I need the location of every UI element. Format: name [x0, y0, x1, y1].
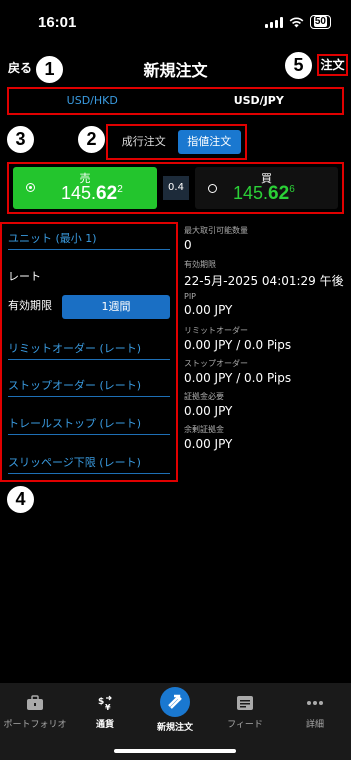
tab-feed[interactable]: フィード: [210, 691, 280, 730]
signal-icon: [264, 16, 283, 28]
info-value: 0.00 JPY: [184, 303, 233, 317]
pair-tab-usd-jpy[interactable]: USD/JPY: [176, 89, 343, 113]
info-value: 0.00 JPY / 0.0 Pips: [184, 338, 292, 352]
info-free-margin: 余剰証拠金 0.00 JPY: [184, 424, 344, 451]
trailing-stop-input[interactable]: トレールストップ (レート): [8, 413, 170, 435]
market-order-tab[interactable]: 成行注文: [112, 130, 176, 154]
unit-input[interactable]: ユニット (最小 1): [8, 228, 170, 250]
callout-3: 3: [5, 124, 36, 155]
callout-1: 1: [34, 54, 65, 85]
callout-4: 4: [5, 484, 36, 515]
info-limit-order: リミットオーダー 0.00 JPY / 0.0 Pips: [184, 325, 344, 352]
slippage-input[interactable]: スリッページ下限 (レート): [8, 452, 170, 474]
order-type-selector: 成行注文 指値注文: [106, 124, 247, 160]
battery-level: 50: [313, 16, 327, 27]
buy-price: 145.626: [233, 183, 295, 205]
spread-value: 0.4: [163, 176, 189, 200]
tab-label: ポートフォリオ: [3, 720, 67, 730]
new-order-icon: [160, 687, 190, 717]
info-label: 証拠金必要: [184, 392, 224, 401]
more-icon: [307, 701, 323, 705]
expiry-label: 有効期限: [8, 299, 52, 312]
sell-button[interactable]: 売 145.622: [13, 167, 157, 209]
limit-order-input[interactable]: リミットオーダー (レート): [8, 338, 170, 360]
limit-order-tab[interactable]: 指値注文: [177, 130, 241, 154]
home-indicator: [114, 749, 236, 753]
status-icons: 50: [264, 15, 331, 29]
info-label: 最大取引可能数量: [184, 226, 248, 235]
sell-price-fraction: 2: [117, 184, 123, 195]
info-expiry: 有効期限 22-5月-2025 04:01:29 午後: [184, 259, 344, 289]
callout-5: 5: [283, 50, 314, 81]
buy-price-fraction: 6: [289, 184, 295, 195]
expiry-select[interactable]: 1週間: [62, 295, 170, 319]
info-stop-order: ストップオーダー 0.00 JPY / 0.0 Pips: [184, 358, 344, 385]
tab-currency[interactable]: $ ¥ 通貨: [70, 691, 140, 730]
place-order-button[interactable]: 注文: [317, 54, 348, 76]
sell-price: 145.622: [61, 183, 123, 205]
info-max-quantity: 最大取引可能数量 0: [184, 225, 344, 252]
svg-text:¥: ¥: [105, 703, 111, 711]
sell-price-pips: 62: [96, 183, 118, 204]
feed-icon: [237, 696, 253, 710]
info-value: 0.00 JPY / 0.0 Pips: [184, 371, 292, 385]
info-value: 22-5月-2025 04:01:29 午後: [184, 274, 344, 288]
info-label: リミットオーダー: [184, 326, 248, 335]
wifi-icon: [289, 17, 304, 27]
status-bar: 16:01 50: [0, 0, 351, 44]
tab-label: 新規注文: [156, 723, 193, 733]
tab-more[interactable]: 詳細: [280, 691, 350, 730]
price-selector: 売 145.622 0.4 買 145.626: [7, 162, 344, 214]
sell-price-prefix: 145.: [61, 183, 97, 203]
svg-text:$: $: [98, 697, 104, 707]
order-form: ユニット (最小 1) レート 有効期限 1週間 リミットオーダー (レート) …: [0, 222, 178, 482]
info-value: 0.00 JPY: [184, 404, 233, 418]
info-label: PIP: [184, 292, 197, 301]
info-margin-required: 証拠金必要 0.00 JPY: [184, 391, 344, 418]
info-value: 0: [184, 238, 192, 252]
info-label: 余剰証拠金: [184, 425, 224, 434]
battery-icon: 50: [309, 15, 331, 29]
tab-label: 詳細: [305, 720, 324, 730]
stop-order-input[interactable]: ストップオーダー (レート): [8, 375, 170, 397]
status-time: 16:01: [38, 14, 77, 31]
tab-new-order[interactable]: 新規注文: [140, 687, 210, 733]
info-label: 有効期限: [184, 260, 216, 269]
buy-price-prefix: 145.: [233, 183, 269, 203]
currency-pair-tabs: USD/HKD USD/JPY: [7, 87, 344, 115]
pair-tab-usd-hkd[interactable]: USD/HKD: [9, 89, 176, 113]
briefcase-icon: [27, 695, 43, 710]
buy-price-pips: 62: [268, 183, 290, 204]
tab-portfolio[interactable]: ポートフォリオ: [0, 691, 70, 730]
tab-label: フィード: [227, 720, 263, 730]
currency-exchange-icon: $¥: [98, 695, 112, 711]
info-label: ストップオーダー: [184, 359, 248, 368]
buy-button[interactable]: 買 145.626: [195, 167, 338, 209]
callout-2: 2: [76, 124, 107, 155]
tab-label: 通貨: [95, 720, 114, 730]
info-value: 0.00 JPY: [184, 437, 233, 451]
rate-input[interactable]: レート: [8, 266, 170, 288]
info-pip: PIP 0.00 JPY: [184, 292, 344, 317]
